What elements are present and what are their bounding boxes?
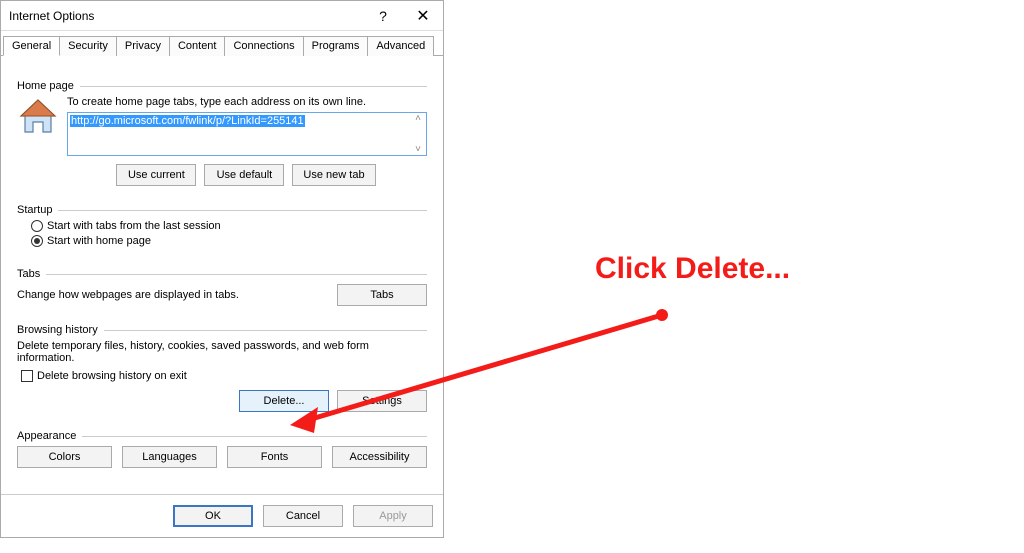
browsing-history-label: Browsing history [17, 324, 104, 336]
startup-label: Startup [17, 204, 58, 216]
tabs-group: Tabs Change how webpages are displayed i… [11, 268, 433, 314]
radio-icon [31, 220, 43, 232]
help-button[interactable]: ? [363, 1, 403, 30]
delete-on-exit-checkbox[interactable]: Delete browsing history on exit [21, 370, 427, 382]
home-page-group: Home page To create home page tabs, type… [11, 72, 433, 194]
languages-button[interactable]: Languages [122, 446, 217, 468]
internet-options-dialog: Internet Options ? ✕ General Security Pr… [0, 0, 444, 538]
startup-last-session-label: Start with tabs from the last session [47, 220, 221, 232]
tab-privacy[interactable]: Privacy [116, 36, 170, 56]
startup-home-page-radio[interactable]: Start with home page [31, 235, 427, 247]
home-page-url-text: http://go.microsoft.com/fwlink/p/?LinkId… [70, 115, 305, 127]
startup-group: Startup Start with tabs from the last se… [11, 204, 433, 258]
ok-button[interactable]: OK [173, 505, 253, 527]
apply-button[interactable]: Apply [353, 505, 433, 527]
radio-icon [31, 235, 43, 247]
use-current-button[interactable]: Use current [116, 164, 196, 186]
tabs-text: Change how webpages are displayed in tab… [17, 289, 239, 301]
appearance-label: Appearance [17, 430, 82, 442]
home-page-label: Home page [17, 80, 80, 92]
browsing-history-group: Browsing history Delete temporary files,… [11, 324, 433, 420]
startup-last-session-radio[interactable]: Start with tabs from the last session [31, 220, 427, 232]
home-icon [17, 96, 59, 138]
tab-content[interactable]: Content [169, 36, 226, 56]
scroll-up-icon[interactable]: ˄ [410, 113, 426, 124]
close-button[interactable]: ✕ [403, 1, 443, 30]
appearance-group: Appearance Colors Languages Fonts Access… [11, 430, 433, 476]
fonts-button[interactable]: Fonts [227, 446, 322, 468]
use-default-button[interactable]: Use default [204, 164, 284, 186]
dialog-buttons: OK Cancel Apply [1, 494, 443, 537]
annotation-text: Click Delete... [595, 252, 790, 286]
tab-advanced[interactable]: Advanced [367, 36, 434, 56]
window-title: Internet Options [1, 9, 363, 23]
settings-button[interactable]: Settings [337, 390, 427, 412]
delete-on-exit-label: Delete browsing history on exit [37, 370, 187, 382]
tab-content-area: Home page To create home page tabs, type… [1, 56, 443, 494]
delete-button[interactable]: Delete... [239, 390, 329, 412]
accessibility-button[interactable]: Accessibility [332, 446, 427, 468]
cancel-button[interactable]: Cancel [263, 505, 343, 527]
checkbox-icon [21, 370, 33, 382]
browsing-history-text: Delete temporary files, history, cookies… [17, 340, 427, 364]
home-page-instruction: To create home page tabs, type each addr… [67, 96, 427, 108]
use-new-tab-button[interactable]: Use new tab [292, 164, 375, 186]
tab-general[interactable]: General [3, 36, 60, 56]
tab-connections[interactable]: Connections [224, 36, 303, 56]
tabs-button[interactable]: Tabs [337, 284, 427, 306]
startup-home-page-label: Start with home page [47, 235, 151, 247]
scroll-down-icon[interactable]: ˅ [410, 144, 426, 155]
home-page-url-input[interactable]: http://go.microsoft.com/fwlink/p/?LinkId… [67, 112, 427, 156]
colors-button[interactable]: Colors [17, 446, 112, 468]
tab-security[interactable]: Security [59, 36, 117, 56]
tab-programs[interactable]: Programs [303, 36, 369, 56]
tabstrip: General Security Privacy Content Connect… [1, 31, 443, 56]
titlebar: Internet Options ? ✕ [1, 1, 443, 31]
tabs-label: Tabs [17, 268, 46, 280]
